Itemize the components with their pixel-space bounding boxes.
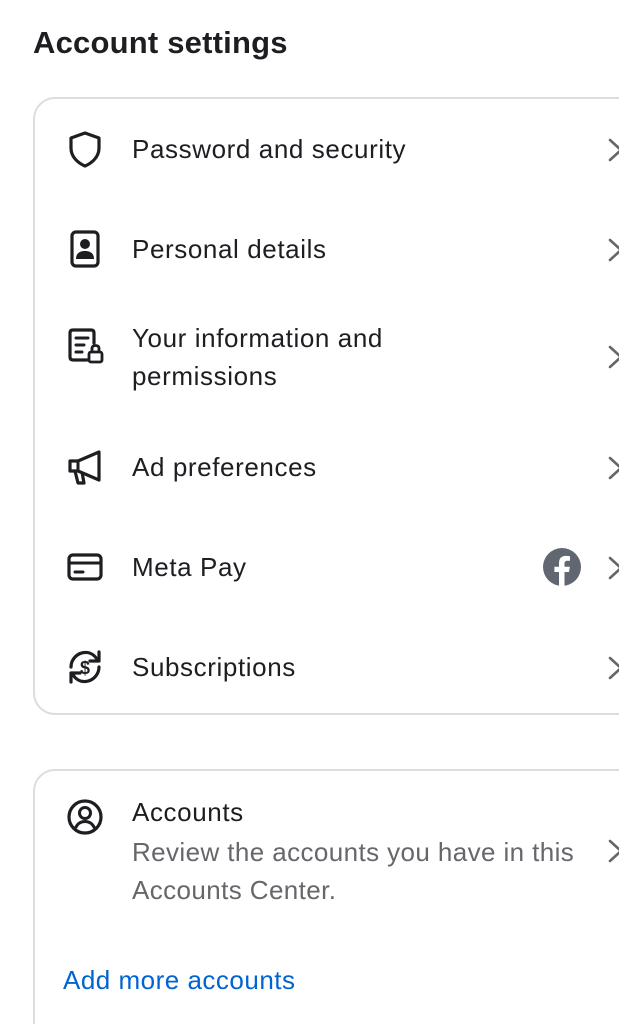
accounts-title: Accounts — [132, 797, 244, 827]
settings-item-ad-preferences[interactable]: Ad preferences — [35, 437, 619, 497]
settings-item-label: Subscriptions — [132, 652, 296, 682]
chevron-right-icon — [606, 837, 619, 865]
add-more-accounts-link[interactable]: Add more accounts — [63, 961, 296, 999]
chevron-right-icon — [606, 654, 619, 682]
settings-item-password-security[interactable]: Password and security — [35, 119, 619, 179]
document-lock-icon — [65, 325, 105, 365]
settings-item-label: Ad preferences — [132, 452, 317, 482]
facebook-icon — [542, 547, 582, 587]
settings-item-label: Password and security — [132, 134, 407, 164]
settings-item-meta-pay[interactable]: Meta Pay — [35, 537, 619, 597]
settings-card: Password and security Personal details Y… — [33, 97, 619, 715]
card-icon — [65, 547, 105, 587]
chevron-right-icon — [606, 554, 619, 582]
shield-icon — [65, 129, 105, 169]
settings-item-label: Your information and permissions — [132, 323, 383, 391]
settings-item-personal-details[interactable]: Personal details — [35, 219, 619, 279]
chevron-right-icon — [606, 343, 619, 371]
svg-text:$: $ — [80, 658, 90, 678]
accounts-item[interactable]: Accounts Review the accounts you have in… — [35, 771, 619, 921]
chevron-right-icon — [606, 136, 619, 164]
page-title: Account settings — [33, 25, 288, 60]
settings-item-information-permissions[interactable]: Your information and permissions — [35, 317, 619, 397]
id-card-icon — [65, 229, 105, 269]
account-settings-page: Account settings Password and security P… — [0, 0, 619, 1024]
chevron-right-icon — [606, 454, 619, 482]
accounts-description: Review the accounts you have in this Acc… — [132, 837, 575, 905]
subscription-dollar-icon: $ — [65, 647, 105, 687]
settings-item-subscriptions[interactable]: $ Subscriptions — [35, 637, 619, 697]
chevron-right-icon — [606, 236, 619, 264]
user-circle-icon — [65, 797, 105, 837]
accounts-card: Accounts Review the accounts you have in… — [33, 769, 619, 1024]
megaphone-icon — [65, 447, 105, 487]
settings-item-label: Meta Pay — [132, 552, 247, 582]
settings-item-label: Personal details — [132, 234, 327, 264]
